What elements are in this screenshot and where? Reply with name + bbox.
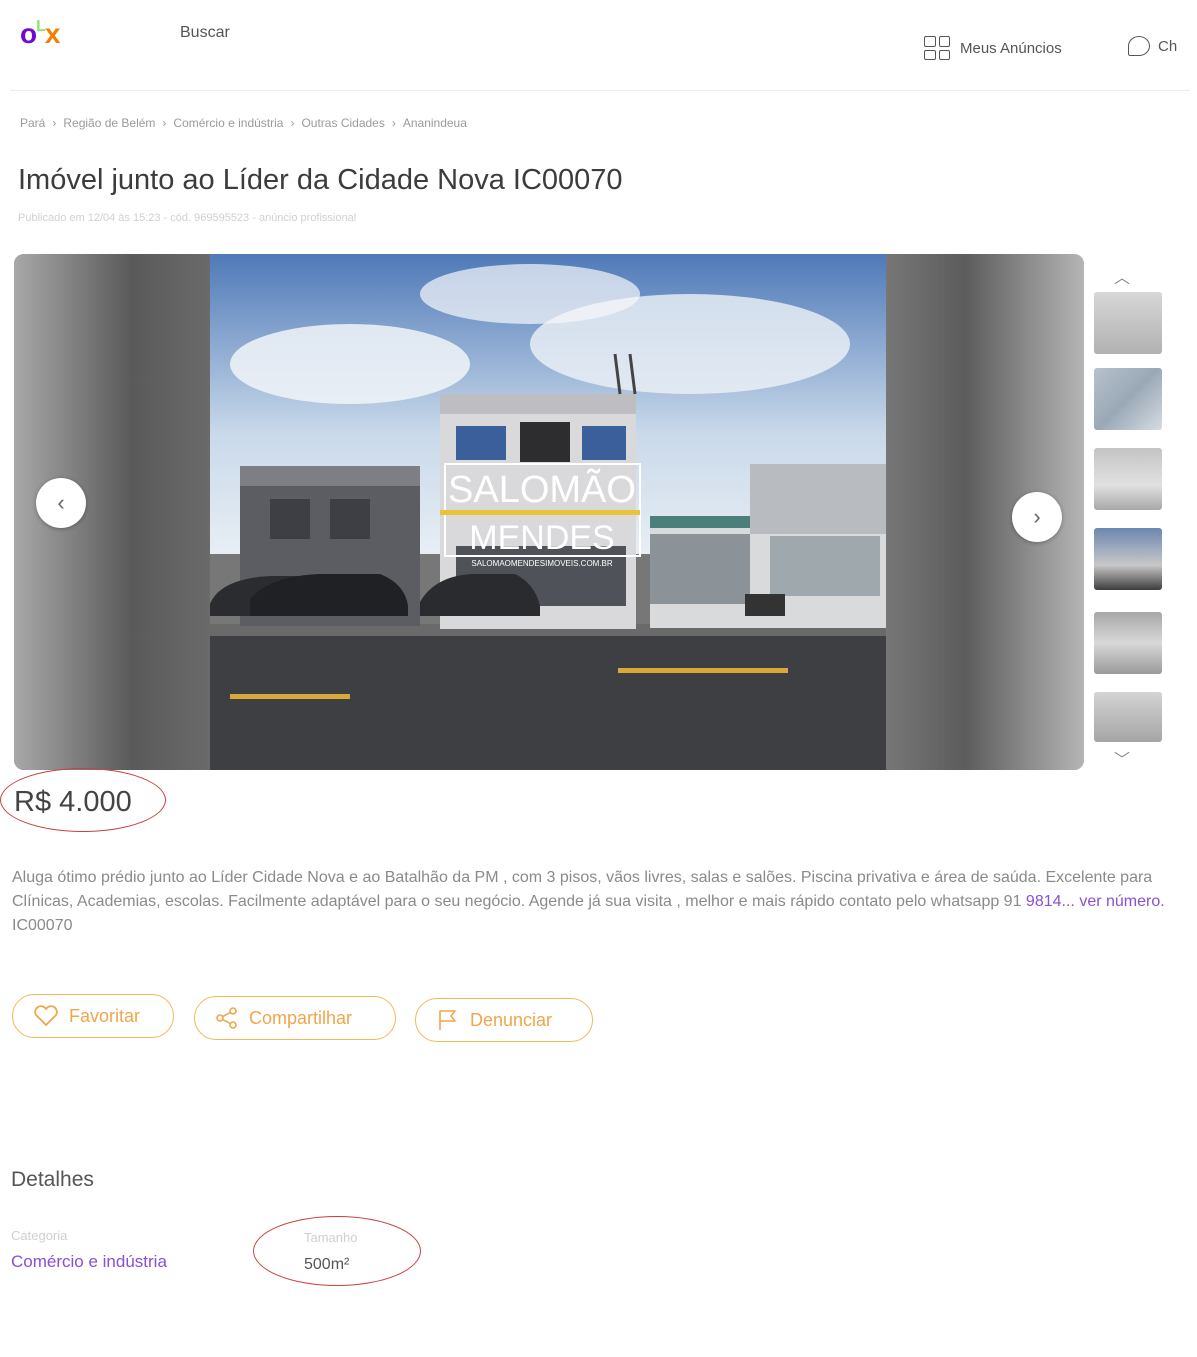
category-label: Categoria — [11, 1228, 68, 1243]
chat-link[interactable]: Ch — [1128, 36, 1177, 56]
share-icon — [216, 1007, 237, 1029]
breadcrumb: Pará › Região de Belém › Comércio e indústri… — [20, 116, 467, 130]
breadcrumb-separator: › — [391, 116, 396, 130]
previous-photo-button[interactable]: ‹ — [36, 478, 86, 528]
watermark-small: SALOMAOMENDESIMOVEIS.COM.BR — [471, 559, 613, 568]
header-divider — [10, 90, 1190, 91]
size-annotation-circle — [253, 1216, 421, 1286]
page-title: Imóvel junto ao Líder da Cidade Nova IC0… — [18, 164, 623, 196]
thumbnail[interactable] — [1094, 612, 1162, 674]
chat-icon — [1128, 36, 1150, 56]
watermark-line2: MENDES — [469, 519, 614, 557]
chevron-left-icon: ‹ — [57, 490, 65, 515]
olx-logo[interactable]: oLx — [20, 18, 61, 50]
logo-x: x — [44, 18, 61, 49]
photo-gallery[interactable]: SALOMÃO MENDES SALOMAOMENDESIMOVEIS.COM.… — [14, 254, 1084, 770]
breadcrumb-item[interactable]: Pará — [20, 116, 45, 130]
favorite-label: Favoritar — [69, 1005, 141, 1026]
my-ads-link[interactable]: Meus Anúncios — [924, 36, 1062, 60]
next-photo-button[interactable]: › — [1012, 492, 1062, 542]
breadcrumb-item[interactable]: Região de Belém — [63, 116, 155, 130]
share-button[interactable]: Compartilhar — [194, 996, 396, 1040]
breadcrumb-separator: › — [52, 116, 57, 130]
main-photo[interactable]: SALOMÃO MENDES SALOMAOMENDESIMOVEIS.COM.… — [210, 254, 886, 770]
thumbnail[interactable] — [1094, 528, 1162, 590]
thumbnail[interactable] — [1094, 448, 1162, 510]
chat-label: Ch — [1158, 37, 1178, 55]
view-number-link[interactable]: ver número. — [1079, 893, 1164, 910]
breadcrumb-separator: › — [290, 116, 295, 130]
description-text: Aluga ótimo prédio junto ao Líder Cidade… — [12, 869, 1153, 910]
chevron-up-icon[interactable]: ︿ — [1114, 264, 1130, 288]
thumbnail[interactable] — [1094, 692, 1162, 742]
breadcrumb-item[interactable]: Ananindeua — [403, 116, 467, 130]
breadcrumb-item[interactable]: Comércio e indústria — [173, 116, 283, 130]
price-annotation-circle — [0, 768, 166, 832]
favorite-button[interactable]: Favoritar — [12, 994, 174, 1038]
heart-icon — [34, 1005, 58, 1026]
logo-l: L — [36, 18, 46, 35]
flag-icon — [439, 1010, 456, 1030]
description: Aluga ótimo prédio junto ao Líder Cidade… — [12, 866, 1172, 938]
chevron-down-icon[interactable]: ﹀ — [1114, 746, 1130, 770]
report-label: Denunciar — [470, 1009, 553, 1030]
breadcrumb-item[interactable]: Outras Cidades — [301, 116, 384, 130]
report-button[interactable]: Denunciar — [415, 998, 593, 1042]
grid-icon — [924, 36, 950, 60]
phone-partial: 9814... — [1025, 893, 1075, 910]
thumbnail-strip: ︿ ﹀ — [1090, 262, 1170, 770]
listing-meta: Publicado em 12/04 às 15:23 - cód. 96959… — [18, 212, 357, 224]
thumbnail[interactable] — [1094, 368, 1162, 430]
breadcrumb-separator: › — [162, 116, 167, 130]
description-code: IC00070 — [12, 917, 73, 934]
search-link[interactable]: Buscar — [180, 24, 230, 42]
my-ads-label: Meus Anúncios — [960, 39, 1062, 57]
share-label: Compartilhar — [249, 1007, 353, 1028]
category-link[interactable]: Comércio e indústria — [11, 1252, 167, 1272]
header: oLx Buscar Meus Anúncios Ch — [0, 0, 1197, 100]
logo-o: o — [20, 18, 37, 49]
thumbnail[interactable] — [1094, 292, 1162, 354]
watermark-line1: SALOMÃO — [448, 468, 636, 511]
chevron-right-icon: › — [1033, 504, 1041, 529]
details-heading: Detalhes — [11, 1168, 94, 1191]
